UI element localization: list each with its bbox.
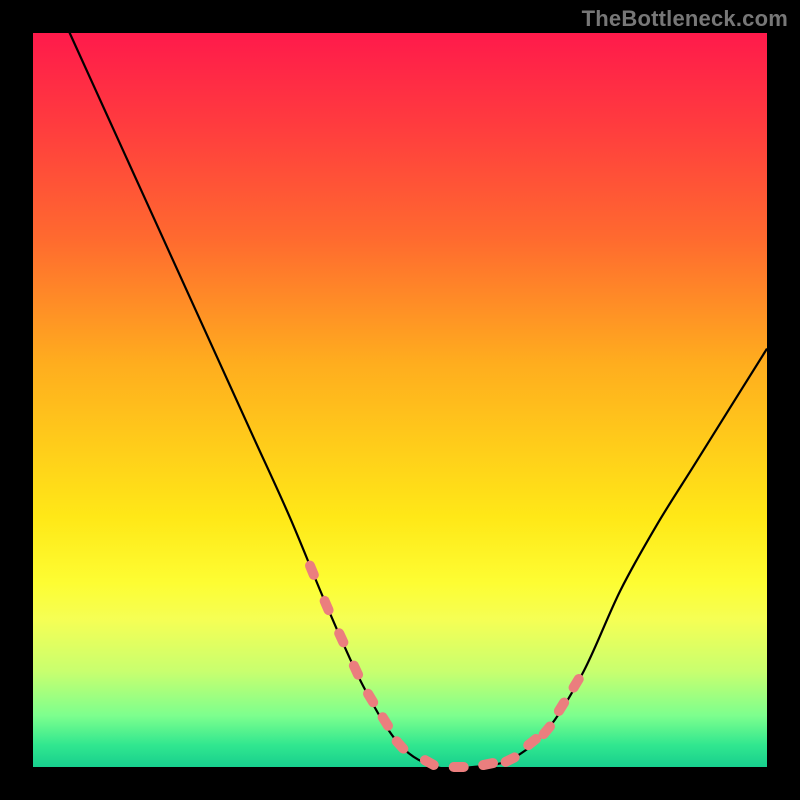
curve-marker xyxy=(318,594,335,616)
watermark-text: TheBottleneck.com xyxy=(582,6,788,32)
curve-marker xyxy=(477,757,499,771)
curve-marker xyxy=(303,559,320,581)
curve-marker xyxy=(347,659,365,681)
marker-group xyxy=(303,559,585,772)
chart-svg xyxy=(33,33,767,767)
plot-area xyxy=(33,33,767,767)
curve-marker xyxy=(449,762,469,772)
bottleneck-curve xyxy=(67,27,767,769)
curve-marker xyxy=(499,751,521,769)
chart-frame: TheBottleneck.com xyxy=(0,0,800,800)
curve-marker xyxy=(333,627,350,649)
curve-marker xyxy=(361,687,380,709)
curve-marker xyxy=(418,753,440,771)
curve-marker xyxy=(567,672,586,694)
